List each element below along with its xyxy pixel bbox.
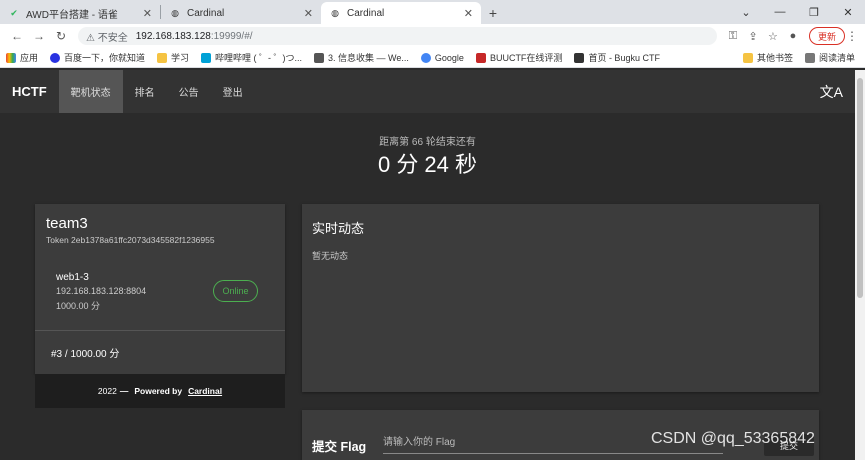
footer: 2022 — Powered by Cardinal [35, 374, 285, 408]
bookmarks-bar: 应用 百度一下，你就知道 学习 哔哩哔哩 ( ゜- ゜)つ... 3. 信息收集… [0, 48, 865, 68]
live-feed-card: 实时动态 暂无动态 [302, 204, 819, 392]
baidu-icon [50, 52, 61, 63]
gamebox-name: web1-3 [56, 272, 89, 283]
tab-title: AWD平台搭建 - 语雀 [26, 9, 118, 21]
share-icon[interactable]: ⇪ [743, 30, 763, 43]
url-path: :19999/#/ [210, 30, 253, 42]
buuctf-icon [475, 52, 486, 63]
bookmark-info-gathering[interactable]: 3. 信息收集 — We... [314, 51, 409, 64]
footer-dash: — [119, 386, 129, 396]
bookmark-baidu[interactable]: 百度一下，你就知道 [50, 51, 145, 64]
cardinal-link[interactable]: Cardinal [188, 386, 222, 396]
insecure-warning-icon[interactable]: ⚠ 不安全 [86, 29, 128, 44]
key-icon[interactable]: ⚿ [723, 30, 743, 43]
brand-logo[interactable]: HCTF [0, 84, 59, 99]
minimize-icon[interactable]: — [763, 6, 797, 18]
gamebox-status-badge: Online [213, 280, 258, 302]
globe-icon: ◍ [331, 7, 339, 18]
url-host: 192.168.183.128 [135, 30, 211, 42]
update-button[interactable]: 更新 [808, 27, 845, 45]
nav-rank[interactable]: 排名 [123, 70, 167, 113]
bookmark-bugku[interactable]: 首页 - Bugku CTF [574, 51, 660, 64]
bookmark-google[interactable]: Google [420, 52, 464, 63]
menu-icon[interactable]: ⋮ [845, 29, 859, 43]
countdown-timer: 0 分 24 秒 [377, 152, 478, 177]
team-token: Token 2eb1378a61ffc2073d345582f1236955 [46, 235, 215, 245]
csdn-watermark: CSDN @qq_53365842 [651, 430, 815, 447]
bookmark-star-icon[interactable]: ☆ [763, 30, 783, 43]
folder-icon [157, 52, 168, 63]
close-window-icon[interactable]: ✕ [831, 6, 865, 19]
apps-grid-icon [6, 52, 16, 63]
bookmark-other[interactable]: 其他书签 [742, 51, 793, 64]
reload-icon[interactable]: ↻ [50, 29, 72, 43]
window-controls: ⌄ — ❐ ✕ [729, 0, 865, 24]
team-card: team3 Token 2eb1378a61ffc2073d345582f123… [35, 204, 285, 374]
tab-title: Cardinal [347, 7, 385, 19]
footer-year: 2022 [97, 386, 117, 396]
close-icon[interactable]: ✕ [464, 7, 473, 20]
countdown-label: 距离第 66 轮结束还有 [379, 137, 476, 148]
address-bar: ← → ↻ ⚠ 不安全 192.168.183.128:19999/#/ ⚿ ⇪… [0, 24, 865, 48]
translate-icon[interactable]: 文A [820, 82, 843, 102]
reading-list-icon [804, 52, 815, 63]
close-icon[interactable]: ✕ [304, 7, 313, 20]
tab-search-icon[interactable]: ⌄ [729, 6, 763, 19]
nav-bulletin[interactable]: 公告 [167, 70, 211, 113]
bugku-icon [574, 52, 585, 63]
gamebox-address: 192.168.183.128:8804 [56, 286, 147, 296]
page-scrollbar[interactable] [855, 70, 865, 460]
scrollbar-thumb[interactable] [857, 78, 863, 298]
footer-powered: Powered by [134, 386, 183, 396]
back-icon[interactable]: ← [6, 29, 28, 43]
team-name: team3 [46, 215, 88, 232]
tab-title: Cardinal [187, 7, 225, 19]
app-navbar: HCTF 靶机状态 排名 公告 登出 文A [0, 70, 855, 113]
feed-title: 实时动态 [312, 221, 365, 236]
browser-tab-cardinal-2[interactable]: ◍ Cardinal ✕ [321, 2, 481, 24]
team-rank: #3 / 1000.00 分 [51, 349, 120, 360]
bookmarks-right: 其他书签 阅读清单 [742, 51, 859, 64]
google-icon [420, 52, 431, 63]
doc-icon [314, 52, 325, 63]
url-input[interactable]: ⚠ 不安全 192.168.183.128:19999/#/ [78, 27, 717, 45]
bookmark-study[interactable]: 学习 [157, 51, 189, 64]
profile-icon[interactable]: ● [783, 30, 803, 42]
nav-gamebox-status[interactable]: 靶机状态 [58, 70, 123, 113]
reading-list[interactable]: 阅读清单 [804, 51, 855, 64]
gamebox-score: 1000.00 分 [56, 301, 101, 311]
feed-empty-text: 暂无动态 [312, 251, 349, 261]
insecure-label: 不安全 [97, 32, 128, 44]
close-icon[interactable]: ✕ [143, 7, 152, 20]
forward-icon[interactable]: → [28, 29, 50, 43]
update-label: 更新 [817, 31, 836, 42]
browser-tab-cardinal-1[interactable]: ◍ Cardinal ✕ [161, 2, 321, 24]
globe-icon: ◍ [171, 7, 179, 18]
bilibili-icon [201, 52, 212, 63]
flag-label: 提交 Flag [312, 440, 367, 454]
bookmark-buuctf[interactable]: BUUCTF在线评测 [475, 51, 562, 64]
folder-icon [742, 52, 753, 63]
omnibox-actions: ⚿ ⇪ ☆ ● [723, 30, 803, 43]
browser-tab-bar: ✔ AWD平台搭建 - 语雀 ✕ ◍ Cardinal ✕ ◍ Cardinal… [0, 0, 865, 24]
bookmark-apps[interactable]: 应用 [6, 51, 38, 64]
divider [35, 330, 285, 331]
yuque-icon: ✔ [10, 7, 18, 18]
new-tab-icon[interactable]: + [481, 2, 505, 24]
restore-icon[interactable]: ❐ [797, 6, 831, 19]
browser-tab-awd[interactable]: ✔ AWD平台搭建 - 语雀 ✕ [0, 2, 160, 24]
bookmark-bilibili[interactable]: 哔哩哔哩 ( ゜- ゜)つ... [201, 51, 302, 64]
nav-logout[interactable]: 登出 [211, 70, 255, 113]
